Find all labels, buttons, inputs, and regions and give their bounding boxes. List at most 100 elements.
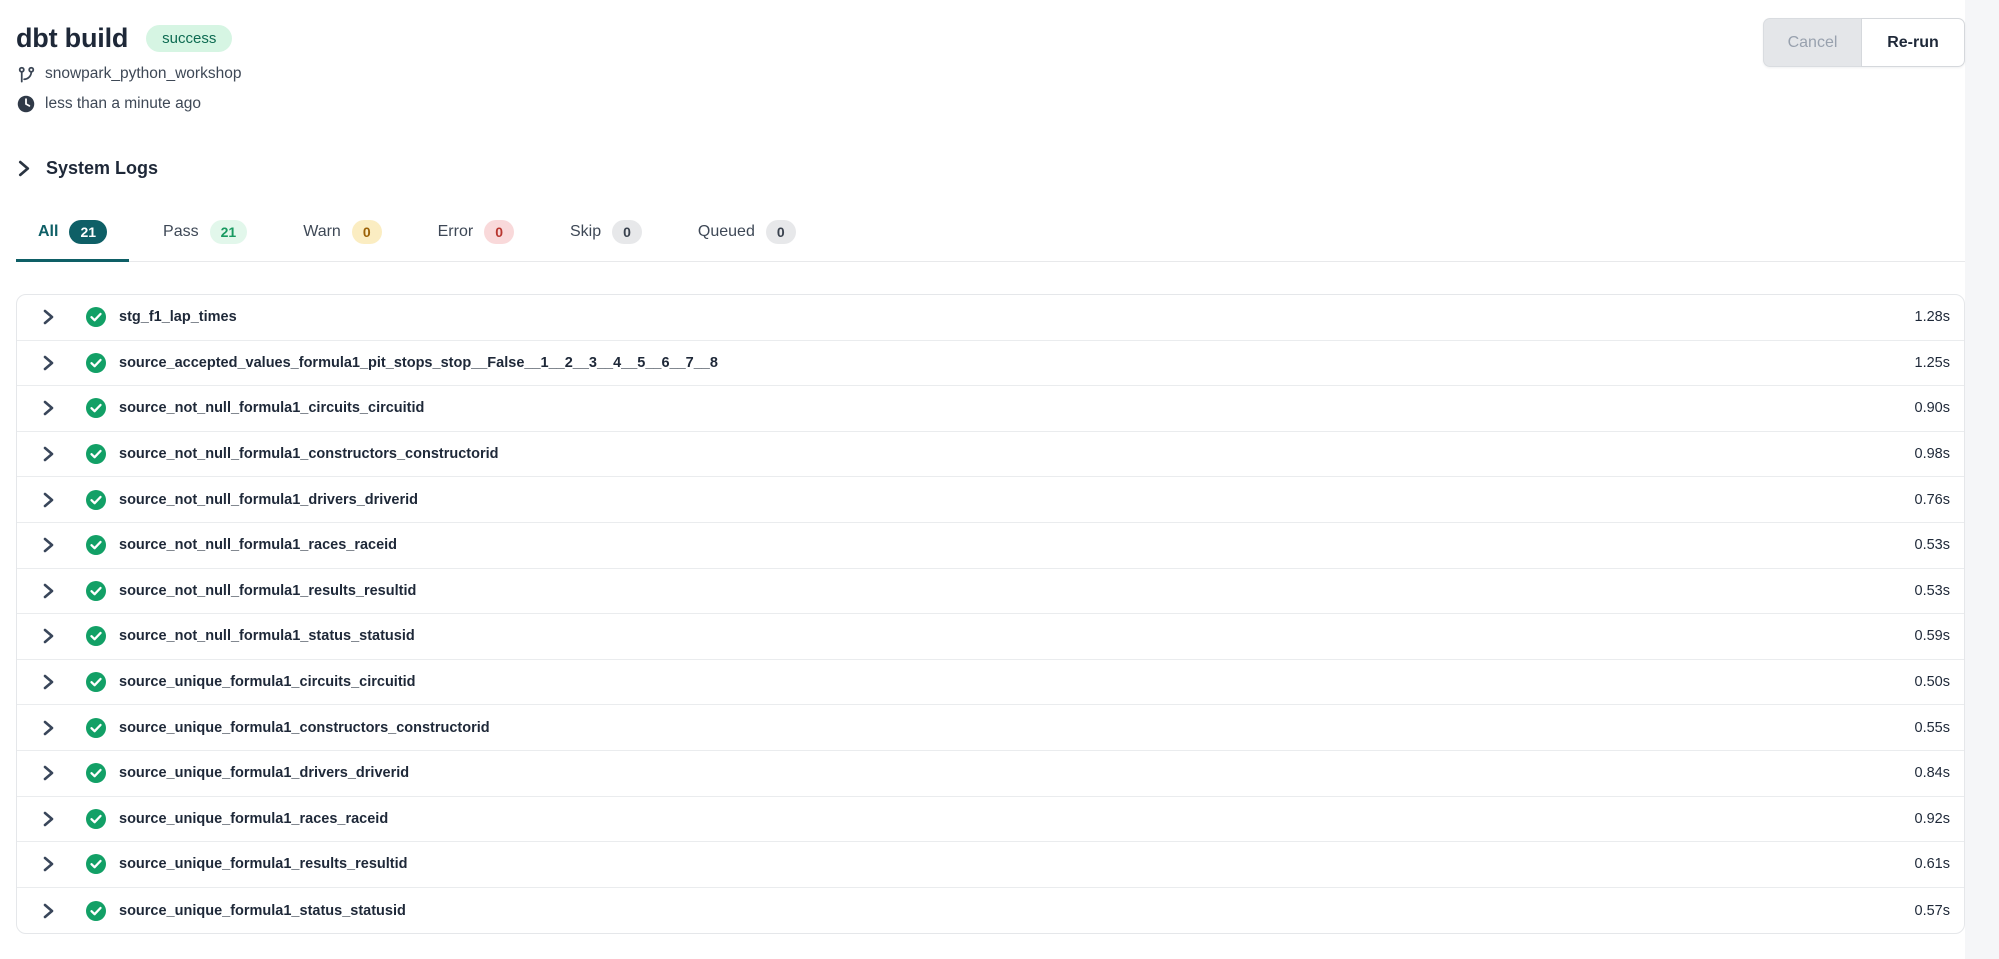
chevron-right-icon[interactable] bbox=[41, 446, 55, 462]
result-name: source_not_null_formula1_status_statusid bbox=[119, 628, 415, 644]
chevron-right-icon[interactable] bbox=[41, 309, 55, 325]
run-header: dbt build success bbox=[16, 18, 1965, 58]
tab-label: Warn bbox=[303, 223, 341, 241]
tab-label: Queued bbox=[698, 223, 755, 241]
pass-check-icon bbox=[86, 901, 106, 921]
result-row[interactable]: source_not_null_formula1_circuits_circui… bbox=[17, 386, 1964, 432]
result-row[interactable]: source_not_null_formula1_results_resulti… bbox=[17, 569, 1964, 615]
system-logs-label: System Logs bbox=[46, 158, 158, 179]
pass-check-icon bbox=[86, 307, 106, 327]
tab-warn[interactable]: Warn 0 bbox=[281, 208, 403, 262]
results-list: stg_f1_lap_times 1.28s source_accepted_v… bbox=[16, 294, 1965, 934]
result-name: source_unique_formula1_drivers_driverid bbox=[119, 765, 409, 781]
tab-pass[interactable]: Pass 21 bbox=[141, 208, 269, 262]
result-name: source_not_null_formula1_circuits_circui… bbox=[119, 400, 424, 416]
chevron-right-icon[interactable] bbox=[41, 492, 55, 508]
result-duration: 0.53s bbox=[1915, 583, 1950, 599]
chevron-right-icon bbox=[16, 160, 31, 177]
result-name: source_unique_formula1_races_raceid bbox=[119, 811, 388, 827]
result-name: source_unique_formula1_results_resultid bbox=[119, 856, 408, 872]
tab-all[interactable]: All 21 bbox=[16, 208, 129, 262]
pass-check-icon bbox=[86, 353, 106, 373]
result-name: source_not_null_formula1_results_resulti… bbox=[119, 583, 416, 599]
tab-label: Error bbox=[438, 223, 474, 241]
pass-check-icon bbox=[86, 398, 106, 418]
result-duration: 1.25s bbox=[1915, 355, 1950, 371]
run-time-text: less than a minute ago bbox=[45, 95, 201, 113]
tab-count-badge: 0 bbox=[352, 220, 382, 244]
chevron-right-icon[interactable] bbox=[41, 811, 55, 827]
result-duration: 0.61s bbox=[1915, 856, 1950, 872]
page-title: dbt build bbox=[16, 23, 128, 54]
chevron-right-icon[interactable] bbox=[41, 903, 55, 919]
result-row[interactable]: source_unique_formula1_status_statusid 0… bbox=[17, 888, 1964, 934]
result-row[interactable]: source_not_null_formula1_drivers_driveri… bbox=[17, 477, 1964, 523]
chevron-right-icon[interactable] bbox=[41, 674, 55, 690]
result-row[interactable]: source_not_null_formula1_constructors_co… bbox=[17, 432, 1964, 478]
result-row[interactable]: source_unique_formula1_circuits_circuiti… bbox=[17, 660, 1964, 706]
run-actions: Cancel Re-run bbox=[1763, 18, 1965, 67]
result-name: source_not_null_formula1_drivers_driveri… bbox=[119, 492, 418, 508]
result-duration: 1.28s bbox=[1915, 309, 1950, 325]
result-duration: 0.57s bbox=[1915, 903, 1950, 919]
result-name: source_not_null_formula1_races_raceid bbox=[119, 537, 397, 553]
tab-skip[interactable]: Skip 0 bbox=[548, 208, 664, 262]
tab-error[interactable]: Error 0 bbox=[416, 208, 536, 262]
pass-check-icon bbox=[86, 581, 106, 601]
system-logs-toggle[interactable]: System Logs bbox=[16, 154, 1965, 182]
branch-name: snowpark_python_workshop bbox=[45, 65, 241, 83]
result-duration: 0.50s bbox=[1915, 674, 1950, 690]
result-duration: 0.59s bbox=[1915, 628, 1950, 644]
result-duration: 0.53s bbox=[1915, 537, 1950, 553]
result-row[interactable]: source_unique_formula1_constructors_cons… bbox=[17, 705, 1964, 751]
result-name: source_unique_formula1_circuits_circuiti… bbox=[119, 674, 416, 690]
chevron-right-icon[interactable] bbox=[41, 628, 55, 644]
chevron-right-icon[interactable] bbox=[41, 856, 55, 872]
result-duration: 0.55s bbox=[1915, 720, 1950, 736]
chevron-right-icon[interactable] bbox=[41, 720, 55, 736]
rerun-button[interactable]: Re-run bbox=[1861, 18, 1965, 67]
result-row[interactable]: source_unique_formula1_drivers_driverid … bbox=[17, 751, 1964, 797]
pass-check-icon bbox=[86, 854, 106, 874]
tab-queued[interactable]: Queued 0 bbox=[676, 208, 818, 262]
git-branch-row: snowpark_python_workshop bbox=[16, 60, 1965, 88]
result-duration: 0.92s bbox=[1915, 811, 1950, 827]
tab-count-badge: 21 bbox=[210, 220, 248, 244]
pass-check-icon bbox=[86, 626, 106, 646]
result-name: source_accepted_values_formula1_pit_stop… bbox=[119, 355, 718, 371]
tab-label: Pass bbox=[163, 223, 199, 241]
tab-label: Skip bbox=[570, 223, 601, 241]
chevron-right-icon[interactable] bbox=[41, 583, 55, 599]
chevron-right-icon[interactable] bbox=[41, 537, 55, 553]
chevron-right-icon[interactable] bbox=[41, 355, 55, 371]
pass-check-icon bbox=[86, 809, 106, 829]
result-row[interactable]: source_unique_formula1_results_resultid … bbox=[17, 842, 1964, 888]
result-row[interactable]: source_accepted_values_formula1_pit_stop… bbox=[17, 341, 1964, 387]
tab-count-badge: 0 bbox=[766, 220, 796, 244]
tab-count-badge: 0 bbox=[484, 220, 514, 244]
status-badge: success bbox=[146, 25, 232, 52]
result-row[interactable]: stg_f1_lap_times 1.28s bbox=[17, 295, 1964, 341]
chevron-right-icon[interactable] bbox=[41, 400, 55, 416]
run-time-row: less than a minute ago bbox=[16, 90, 1965, 118]
tab-count-badge: 21 bbox=[69, 220, 107, 244]
chevron-right-icon[interactable] bbox=[41, 765, 55, 781]
result-name: source_not_null_formula1_constructors_co… bbox=[119, 446, 499, 462]
result-row[interactable]: source_not_null_formula1_races_raceid 0.… bbox=[17, 523, 1964, 569]
result-row[interactable]: source_unique_formula1_races_raceid 0.92… bbox=[17, 797, 1964, 843]
pass-check-icon bbox=[86, 444, 106, 464]
scrollbar-gutter[interactable] bbox=[1965, 0, 1999, 959]
tab-label: All bbox=[38, 223, 58, 241]
pass-check-icon bbox=[86, 672, 106, 692]
pass-check-icon bbox=[86, 763, 106, 783]
pass-check-icon bbox=[86, 490, 106, 510]
run-detail-page: dbt build success snowpark_python_worksh… bbox=[16, 0, 1965, 934]
result-duration: 0.98s bbox=[1915, 446, 1950, 462]
tab-count-badge: 0 bbox=[612, 220, 642, 244]
git-branch-icon bbox=[16, 65, 36, 84]
clock-icon bbox=[16, 95, 36, 113]
result-row[interactable]: source_not_null_formula1_status_statusid… bbox=[17, 614, 1964, 660]
result-name: source_unique_formula1_status_statusid bbox=[119, 903, 406, 919]
cancel-button[interactable]: Cancel bbox=[1763, 18, 1861, 67]
result-duration: 0.90s bbox=[1915, 400, 1950, 416]
